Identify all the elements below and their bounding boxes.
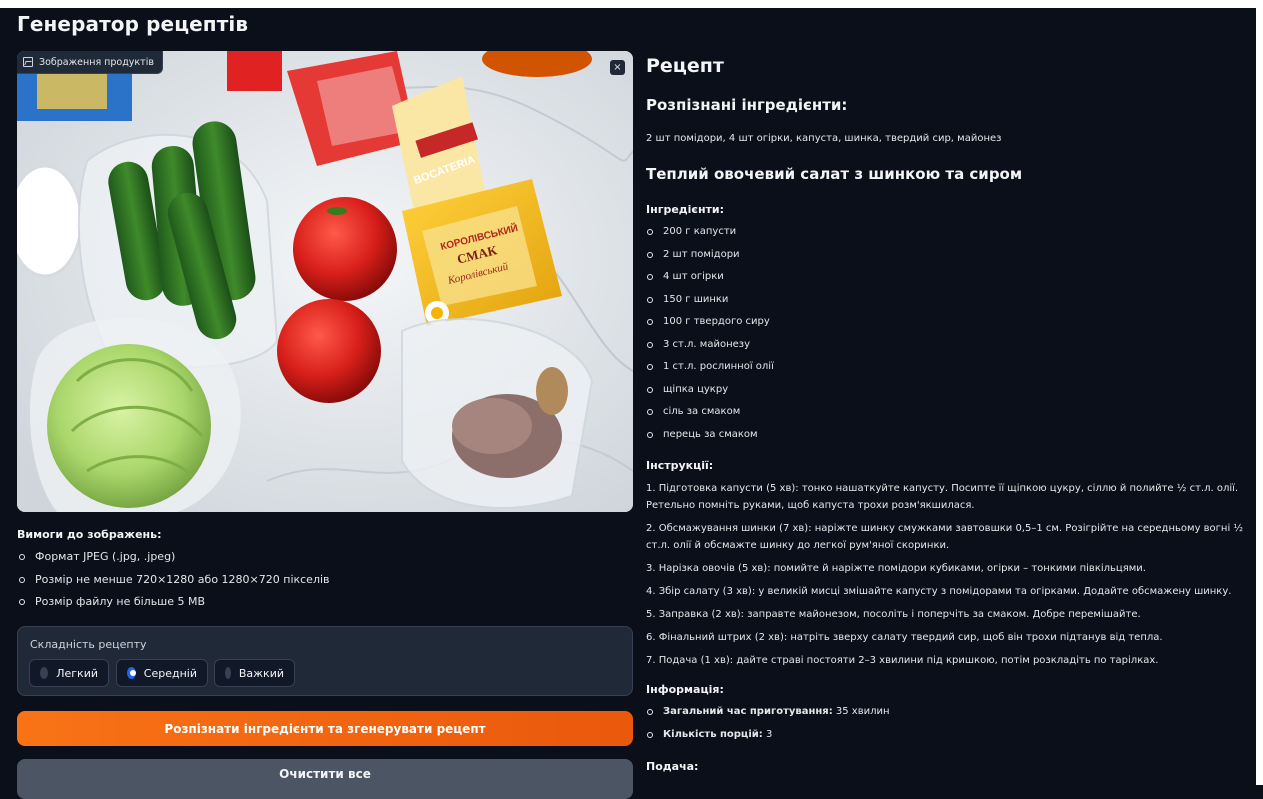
list-item: 200 г капусти <box>646 224 774 247</box>
app-title: Генератор рецептів <box>17 12 249 36</box>
list-item: 3 ст.л. майонезу <box>646 337 774 360</box>
list-item: 2 шт помідори <box>646 247 774 270</box>
list-item: Формат JPEG (.jpg, .jpeg) <box>17 548 330 571</box>
top-strip <box>0 0 1263 8</box>
instruction-step: 7. Подача (1 хв): дайте страві постояти … <box>646 655 1159 666</box>
list-item: Розмір не менше 720×1280 або 1280×720 пі… <box>17 571 330 594</box>
ingredients-list: 200 г капусти 2 шт помідори 4 шт огірки … <box>646 224 774 449</box>
difficulty-option-label: Важкий <box>238 666 284 680</box>
info-list: Загальний час приготування: 35 хвилин Кі… <box>646 704 890 750</box>
image-panel-label: Зображення продуктів <box>17 51 163 74</box>
recognized-heading: Розпізнані інгредієнти: <box>646 96 848 114</box>
info-heading: Інформація: <box>646 683 724 696</box>
instruction-step: 5. Заправка (2 хв): заправте майонезом, … <box>646 609 1141 620</box>
instructions-heading: Інструкції: <box>646 459 714 472</box>
instruction-step: 1. Підготовка капусти (5 хв): тонко наша… <box>646 483 1239 511</box>
difficulty-option-hard[interactable]: Важкий <box>214 659 295 687</box>
difficulty-option-label: Середній <box>143 666 197 680</box>
list-item: Розмір файлу не більше 5 MB <box>17 593 330 616</box>
instruction-step: 6. Фінальний штрих (2 хв): натріть зверх… <box>646 632 1163 643</box>
clear-image-button[interactable]: × <box>610 60 625 75</box>
instruction-step: 4. Збір салату (3 хв): у великій мисці з… <box>646 586 1232 597</box>
info-value: 35 хвилин <box>832 706 890 717</box>
info-value: 3 <box>762 729 773 740</box>
radio-circle-icon[interactable] <box>40 667 49 679</box>
list-item: 1 ст.л. рослинної олії <box>646 359 774 382</box>
radio-circle-icon[interactable] <box>225 667 231 679</box>
difficulty-option-easy[interactable]: Легкий <box>29 659 109 687</box>
image-input-panel[interactable]: Зображення продуктів × BOCATERIA КОРОЛІВ… <box>17 51 633 512</box>
list-item: 100 г твердого сиру <box>646 314 774 337</box>
list-item: 150 г шинки <box>646 292 774 315</box>
product-photo-image: BOCATERIA КОРОЛІВСЬКИЙ СМАК Королівський <box>17 51 633 512</box>
list-item: 4 шт огірки <box>646 269 774 292</box>
list-item: щіпка цукру <box>646 382 774 405</box>
radio-checked-icon[interactable] <box>127 667 136 679</box>
dish-title: Теплий овочевий салат з шинкою та сиром <box>646 165 1023 183</box>
ingredients-heading: Інгредієнти: <box>646 203 725 216</box>
requirements-list: Формат JPEG (.jpg, .jpeg) Розмір не менш… <box>17 548 330 616</box>
info-label: Кількість порцій: <box>663 729 763 740</box>
clear-all-button[interactable]: Очистити все <box>17 759 633 799</box>
instruction-step: 3. Нарізка овочів (5 хв): помийте й нарі… <box>646 563 1146 574</box>
difficulty-option-label: Легкий <box>56 666 98 680</box>
image-panel-label-text: Зображення продуктів <box>39 56 154 68</box>
info-label: Загальний час приготування: <box>663 706 833 717</box>
info-item-time: Загальний час приготування: 35 хвилин <box>646 704 890 727</box>
window-edge <box>1256 8 1263 785</box>
difficulty-radio-group: Складність рецепту Легкий Середній Важки… <box>17 626 633 696</box>
instruction-step: 2. Обсмажування шинки (7 хв): наріжте ши… <box>646 523 1244 551</box>
recipe-heading: Рецепт <box>646 55 724 77</box>
list-item: перець за смаком <box>646 427 774 450</box>
difficulty-option-medium[interactable]: Середній <box>116 659 208 687</box>
recognized-ingredients-text: 2 шт помідори, 4 шт огірки, капуста, шин… <box>646 133 1002 144</box>
requirements-title: Вимоги до зображень: <box>17 528 162 541</box>
instructions-list: 1. Підготовка капусти (5 хв): тонко наша… <box>646 480 1246 675</box>
serving-heading: Подача: <box>646 760 699 773</box>
image-icon <box>23 57 33 67</box>
product-photo: BOCATERIA КОРОЛІВСЬКИЙ СМАК Королівський <box>17 51 633 512</box>
generate-recipe-button[interactable]: Розпізнати інгредієнти та згенерувати ре… <box>17 711 633 746</box>
list-item: сіль за смаком <box>646 404 774 427</box>
difficulty-label: Складність рецепту <box>30 638 147 651</box>
close-icon: × <box>613 62 622 73</box>
info-item-servings: Кількість порцій: 3 <box>646 727 890 750</box>
